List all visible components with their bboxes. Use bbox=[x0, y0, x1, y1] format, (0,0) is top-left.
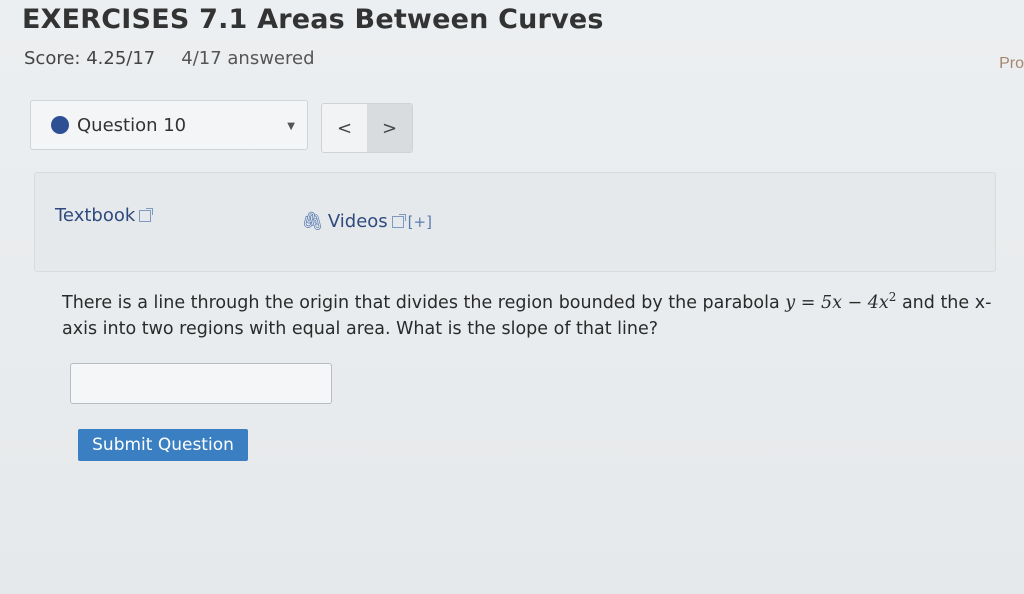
textbook-link[interactable]: Textbook bbox=[55, 205, 154, 226]
answered-count: 4/17 answered bbox=[181, 48, 315, 69]
math-equation: = 5x − 4x bbox=[795, 292, 889, 313]
score-row: Score: 4.25/17 4/17 answered bbox=[24, 48, 315, 69]
pro-link[interactable]: Pro bbox=[999, 55, 1024, 73]
external-link-icon bbox=[139, 207, 154, 222]
videos-link[interactable]: 🖇 Videos [+] bbox=[301, 211, 432, 232]
answer-input[interactable] bbox=[70, 363, 332, 404]
math-var-y: y bbox=[785, 292, 796, 313]
expand-videos-button[interactable]: [+] bbox=[408, 213, 432, 231]
status-dot-icon bbox=[51, 116, 69, 134]
submit-question-button[interactable]: Submit Question bbox=[78, 429, 248, 461]
page: EXERCISES 7.1 Areas Between Curves Score… bbox=[0, 0, 1024, 594]
textbook-label: Textbook bbox=[55, 205, 136, 226]
previous-question-button[interactable]: < bbox=[322, 104, 367, 152]
math-expression: y = 5x − 4x2 bbox=[785, 290, 896, 313]
question-nav: < > bbox=[321, 103, 413, 153]
page-title: EXERCISES 7.1 Areas Between Curves bbox=[22, 4, 604, 35]
chevron-down-icon: ▼ bbox=[287, 121, 295, 132]
question-text-start: There is a line through the origin that … bbox=[62, 292, 786, 313]
resources-panel: Textbook 🖇 Videos [+] bbox=[34, 172, 996, 272]
question-text: There is a line through the origin that … bbox=[62, 284, 992, 342]
score-text: Score: 4.25/17 bbox=[24, 48, 156, 69]
question-select[interactable]: Question 10 ▼ bbox=[30, 100, 308, 150]
videos-label: Videos bbox=[327, 211, 388, 232]
next-question-button[interactable]: > bbox=[367, 104, 412, 152]
paperclip-icon: 🖇 bbox=[301, 211, 324, 232]
external-link-icon bbox=[391, 213, 406, 228]
question-select-label: Question 10 bbox=[77, 114, 187, 136]
